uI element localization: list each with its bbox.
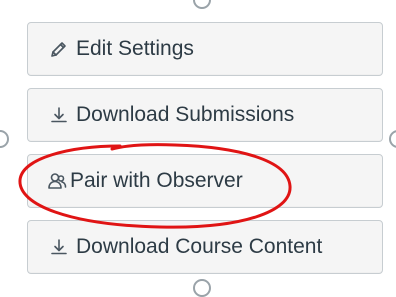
resize-handle-left[interactable] (0, 130, 9, 148)
course-actions-menu: Edit Settings Download Submissions Pair … (27, 22, 383, 286)
download-icon (48, 104, 70, 126)
pencil-icon (48, 38, 70, 60)
download-icon (48, 236, 70, 258)
user-pair-icon (46, 170, 68, 192)
pair-with-observer-button[interactable]: Pair with Observer (27, 154, 383, 208)
edit-settings-label: Edit Settings (76, 37, 194, 60)
edit-settings-button[interactable]: Edit Settings (27, 22, 383, 76)
pair-with-observer-label: Pair with Observer (70, 169, 243, 192)
resize-handle-top[interactable] (193, 0, 211, 9)
download-submissions-label: Download Submissions (76, 103, 295, 126)
resize-handle-right[interactable] (389, 130, 396, 148)
download-course-content-label: Download Course Content (76, 235, 323, 258)
download-course-content-button[interactable]: Download Course Content (27, 220, 383, 274)
download-submissions-button[interactable]: Download Submissions (27, 88, 383, 142)
